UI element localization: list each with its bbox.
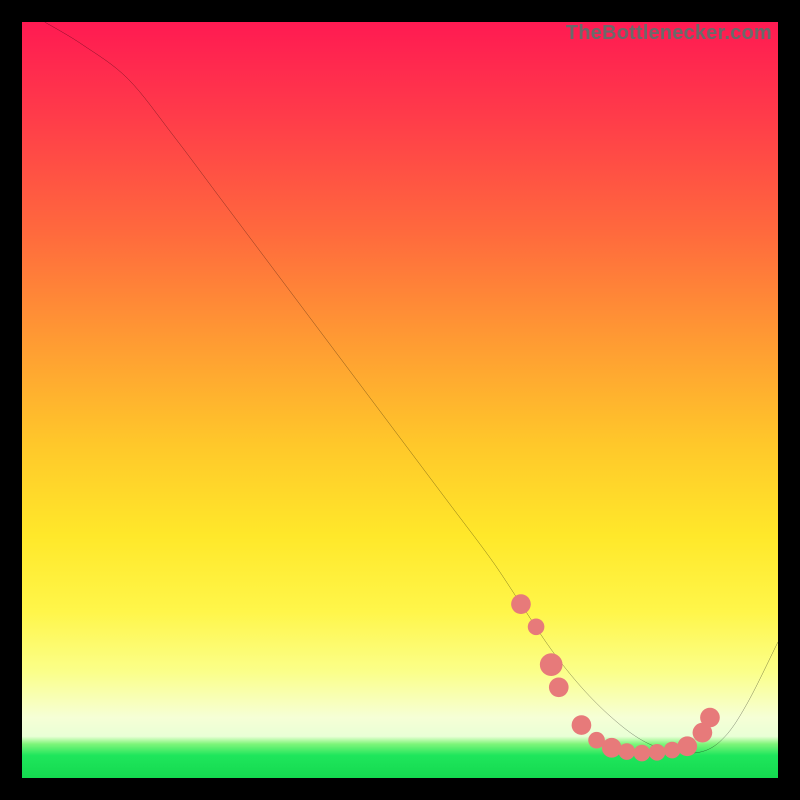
bottleneck-curve <box>22 22 778 778</box>
curve-markers <box>511 594 720 761</box>
curve-marker <box>540 653 563 676</box>
curve-marker <box>572 715 592 735</box>
curve-marker <box>602 738 622 758</box>
curve-marker <box>549 677 569 697</box>
curve-marker <box>511 594 531 614</box>
curve-marker <box>677 736 697 756</box>
plot-area: TheBottlenecker.com <box>22 22 778 778</box>
curve-marker <box>528 618 545 635</box>
curve-marker <box>634 745 651 762</box>
curve-line <box>45 22 778 753</box>
curve-marker <box>700 708 720 728</box>
curve-marker <box>618 743 635 760</box>
curve-marker <box>649 744 666 761</box>
chart-frame: TheBottlenecker.com <box>0 0 800 800</box>
